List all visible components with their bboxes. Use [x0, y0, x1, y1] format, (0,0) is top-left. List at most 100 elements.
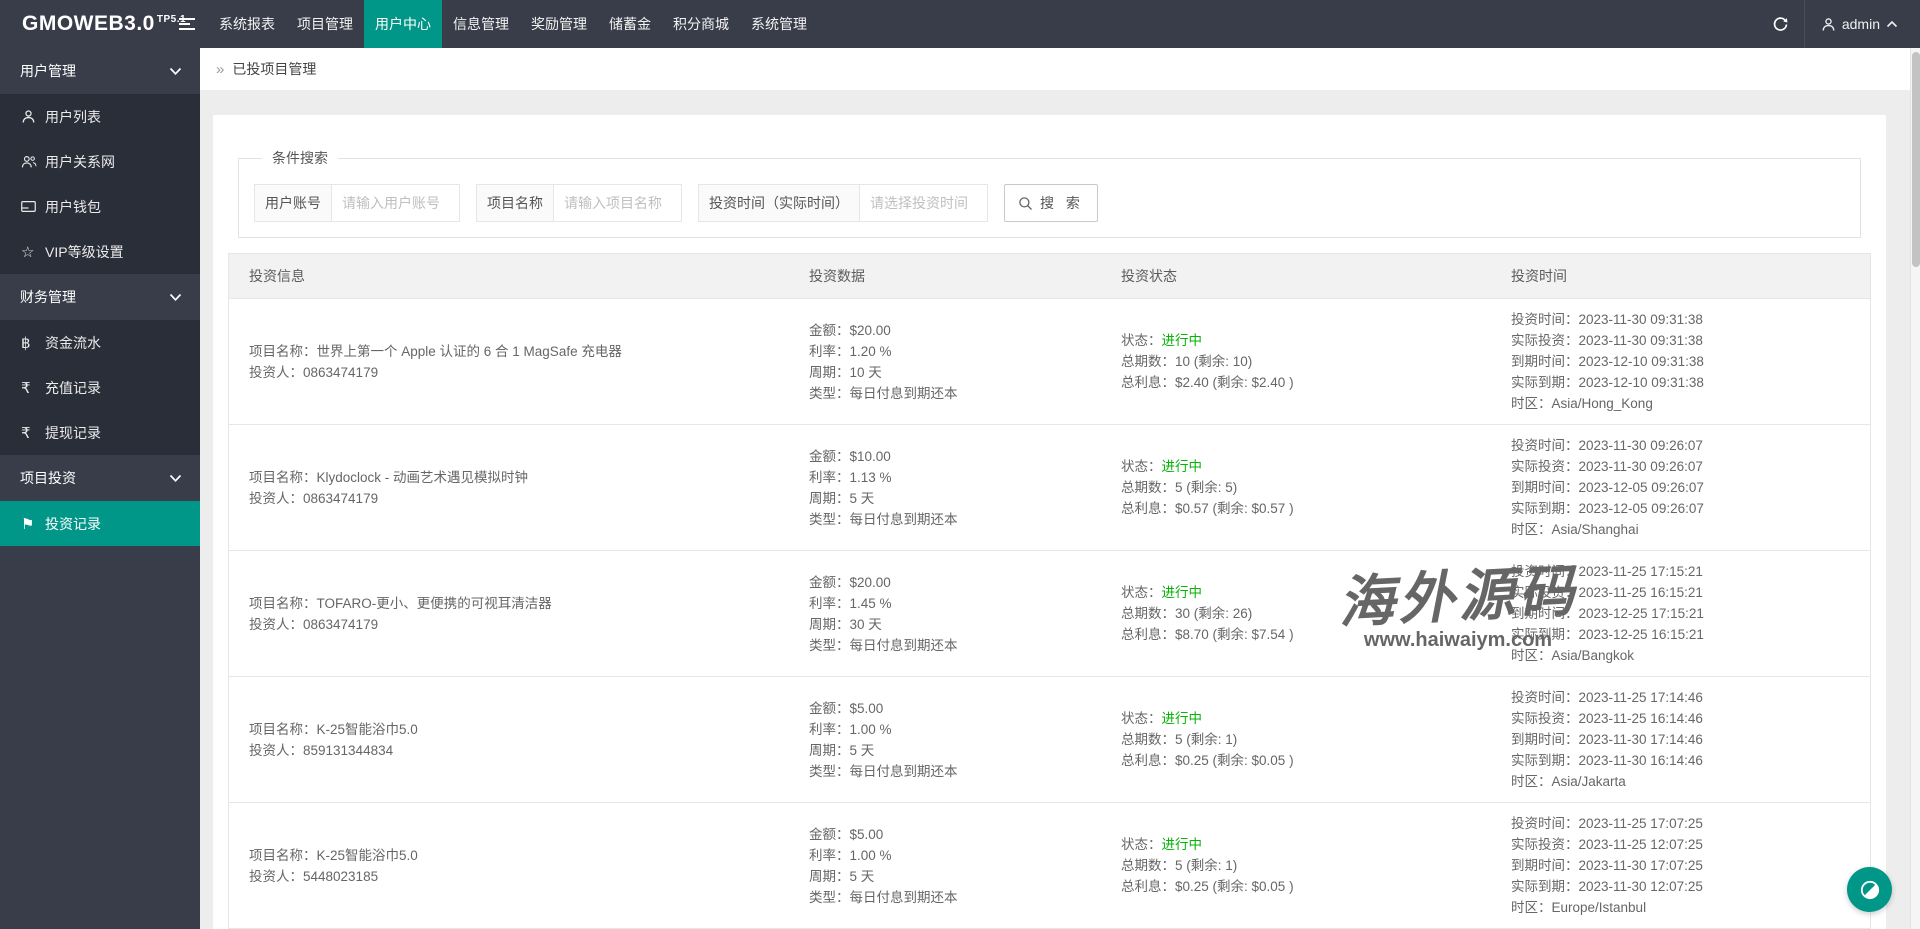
- field-line: 总利息：$0.25 (剩余: $0.05 ): [1121, 750, 1471, 771]
- field-line: 总利息：$0.57 (剩余: $0.57 ): [1121, 498, 1471, 519]
- theme-icon: [1859, 879, 1881, 901]
- collapse-sidebar-button[interactable]: [166, 0, 208, 48]
- sidebar-item-label: 投资记录: [45, 514, 101, 534]
- cell-invest-time: 投资时间：2023-11-30 09:26:07实际投资：2023-11-30 …: [1491, 425, 1870, 550]
- field-line: 时区：Europe/Istanbul: [1511, 897, 1850, 918]
- cell-invest-time: 投资时间：2023-11-25 17:15:21实际投资：2023-11-25 …: [1491, 551, 1870, 676]
- cell-invest-time: 投资时间：2023-11-30 09:31:38实际投资：2023-11-30 …: [1491, 299, 1870, 424]
- sidebar-group-user-management[interactable]: 用户管理: [0, 48, 200, 94]
- field-line: 实际到期：2023-12-10 09:31:38: [1511, 372, 1850, 393]
- sidebar-item-user-list[interactable]: 用户列表: [0, 94, 200, 139]
- header-invest-data: 投资数据: [789, 254, 1101, 298]
- field-line: 金额：$20.00: [809, 572, 1081, 593]
- tab-savings[interactable]: 储蓄金: [598, 0, 662, 48]
- field-line: 总期数：5 (剩余: 1): [1121, 855, 1471, 876]
- field-line: 利率：1.20 %: [809, 341, 1081, 362]
- field-project-name: 项目名称: [476, 184, 682, 222]
- field-line: 项目名称：K-25智能浴巾5.0: [249, 719, 769, 740]
- sidebar-item-label: 用户列表: [45, 107, 101, 127]
- field-line: 周期：10 天: [809, 362, 1081, 383]
- sidebar-item-user-network[interactable]: 用户关系网: [0, 139, 200, 184]
- cell-invest-time: 投资时间：2023-11-25 17:14:46实际投资：2023-11-25 …: [1491, 677, 1870, 802]
- table-row: 项目名称：K-25智能浴巾5.0投资人：859131344834 金额：$5.0…: [229, 677, 1870, 803]
- sidebar-item-label: 用户钱包: [45, 197, 101, 217]
- field-line: 投资人：5448023185: [249, 866, 769, 887]
- sidebar-item-fund-flow[interactable]: ฿ 资金流水: [0, 320, 200, 365]
- field-user-account: 用户账号: [254, 184, 460, 222]
- users-icon: [21, 154, 45, 169]
- cell-invest-info: 项目名称：K-25智能浴巾5.0投资人：5448023185: [229, 803, 789, 928]
- field-line: 金额：$5.00: [809, 824, 1081, 845]
- investment-table: 投资信息 投资数据 投资状态 投资时间 项目名称：世界上第一个 Apple 认证…: [228, 253, 1871, 929]
- tab-project-management[interactable]: 项目管理: [286, 0, 364, 48]
- field-invest-time: 投资时间（实际时间）: [698, 184, 988, 222]
- field-line: 投资人：0863474179: [249, 362, 769, 383]
- search-icon: [1018, 196, 1033, 211]
- navbar-right: admin: [1758, 0, 1920, 48]
- sidebar-item-investment-records[interactable]: ⚑ 投资记录: [0, 501, 200, 546]
- cell-invest-data: 金额：$10.00利率：1.13 %周期：5 天类型：每日付息到期还本: [789, 425, 1101, 550]
- tab-system-management[interactable]: 系统管理: [740, 0, 818, 48]
- tab-system-report[interactable]: 系统报表: [208, 0, 286, 48]
- search-button[interactable]: 搜 索: [1004, 184, 1098, 222]
- field-line: 实际到期：2023-11-30 16:14:46: [1511, 750, 1850, 771]
- cell-invest-data: 金额：$5.00利率：1.00 %周期：5 天类型：每日付息到期还本: [789, 803, 1101, 928]
- sidebar-group-label: 用户管理: [20, 61, 76, 81]
- field-line: 投资时间：2023-11-30 09:26:07: [1511, 435, 1850, 456]
- chevron-down-icon: [169, 474, 182, 483]
- sidebar-group-project-investment[interactable]: 项目投资: [0, 455, 200, 501]
- scrollbar-thumb[interactable]: [1912, 52, 1920, 267]
- sidebar-item-label: 提现记录: [45, 423, 101, 443]
- field-line: 到期时间：2023-11-30 17:14:46: [1511, 729, 1850, 750]
- user-dropdown[interactable]: admin: [1805, 0, 1920, 48]
- field-line: 总利息：$8.70 (剩余: $7.54 ): [1121, 624, 1471, 645]
- user-account-input[interactable]: [332, 184, 460, 222]
- page-title: 已投项目管理: [232, 59, 316, 79]
- field-line: 实际投资：2023-11-30 09:31:38: [1511, 330, 1850, 351]
- invest-time-input[interactable]: [860, 184, 988, 222]
- field-line: 状态：进行中: [1121, 330, 1471, 351]
- user-avatar-icon: [1821, 17, 1836, 32]
- field-line: 状态：进行中: [1121, 708, 1471, 729]
- sidebar-item-label: 充值记录: [45, 378, 101, 398]
- tab-info-management[interactable]: 信息管理: [442, 0, 520, 48]
- sidebar-item-vip-settings[interactable]: ☆ VIP等级设置: [0, 229, 200, 274]
- field-line: 状态：进行中: [1121, 582, 1471, 603]
- tab-user-center[interactable]: 用户中心: [364, 0, 442, 48]
- table-row: 项目名称：世界上第一个 Apple 认证的 6 合 1 MagSafe 充电器投…: [229, 299, 1870, 425]
- top-navbar: GMOWEB3.0TP5.1 系统报表 项目管理 用户中心 信息管理 奖励管理 …: [0, 0, 1920, 48]
- invest-time-label: 投资时间（实际时间）: [698, 184, 860, 222]
- rupee-icon: ₹: [21, 424, 45, 442]
- cell-invest-status: 状态：进行中总期数：5 (剩余: 5)总利息：$0.57 (剩余: $0.57 …: [1101, 425, 1491, 550]
- refresh-button[interactable]: [1758, 0, 1804, 48]
- cell-invest-status: 状态：进行中总期数：5 (剩余: 1)总利息：$0.25 (剩余: $0.05 …: [1101, 677, 1491, 802]
- sidebar-item-withdraw-records[interactable]: ₹ 提现记录: [0, 410, 200, 455]
- project-name-input[interactable]: [554, 184, 682, 222]
- field-line: 到期时间：2023-12-25 17:15:21: [1511, 603, 1850, 624]
- table-body: 项目名称：世界上第一个 Apple 认证的 6 合 1 MagSafe 充电器投…: [229, 299, 1870, 929]
- bitcoin-icon: ฿: [21, 334, 45, 352]
- tab-reward-management[interactable]: 奖励管理: [520, 0, 598, 48]
- sidebar-item-recharge-records[interactable]: ₹ 充值记录: [0, 365, 200, 410]
- field-line: 类型：每日付息到期还本: [809, 761, 1081, 782]
- field-line: 时区：Asia/Shanghai: [1511, 519, 1850, 540]
- field-line: 状态：进行中: [1121, 834, 1471, 855]
- cell-invest-data: 金额：$5.00利率：1.00 %周期：5 天类型：每日付息到期还本: [789, 677, 1101, 802]
- field-line: 类型：每日付息到期还本: [809, 509, 1081, 530]
- sidebar-group-finance-management[interactable]: 财务管理: [0, 274, 200, 320]
- field-line: 类型：每日付息到期还本: [809, 635, 1081, 656]
- sidebar-item-user-wallet[interactable]: 用户钱包: [0, 184, 200, 229]
- cell-invest-status: 状态：进行中总期数：10 (剩余: 10)总利息：$2.40 (剩余: $2.4…: [1101, 299, 1491, 424]
- table-row: 项目名称：K-25智能浴巾5.0投资人：5448023185 金额：$5.00利…: [229, 803, 1870, 929]
- field-line: 实际投资：2023-11-25 16:15:21: [1511, 582, 1850, 603]
- field-line: 实际到期：2023-11-30 12:07:25: [1511, 876, 1850, 897]
- field-line: 金额：$10.00: [809, 446, 1081, 467]
- field-line: 实际到期：2023-12-05 09:26:07: [1511, 498, 1850, 519]
- field-line: 投资时间：2023-11-30 09:31:38: [1511, 309, 1850, 330]
- hamburger-icon: [179, 18, 195, 30]
- sidebar-group-label: 财务管理: [20, 287, 76, 307]
- tab-points-mall[interactable]: 积分商城: [662, 0, 740, 48]
- chevron-up-icon: [1886, 20, 1898, 28]
- theme-settings-fab[interactable]: [1847, 867, 1892, 912]
- sidebar-item-label: VIP等级设置: [45, 242, 124, 262]
